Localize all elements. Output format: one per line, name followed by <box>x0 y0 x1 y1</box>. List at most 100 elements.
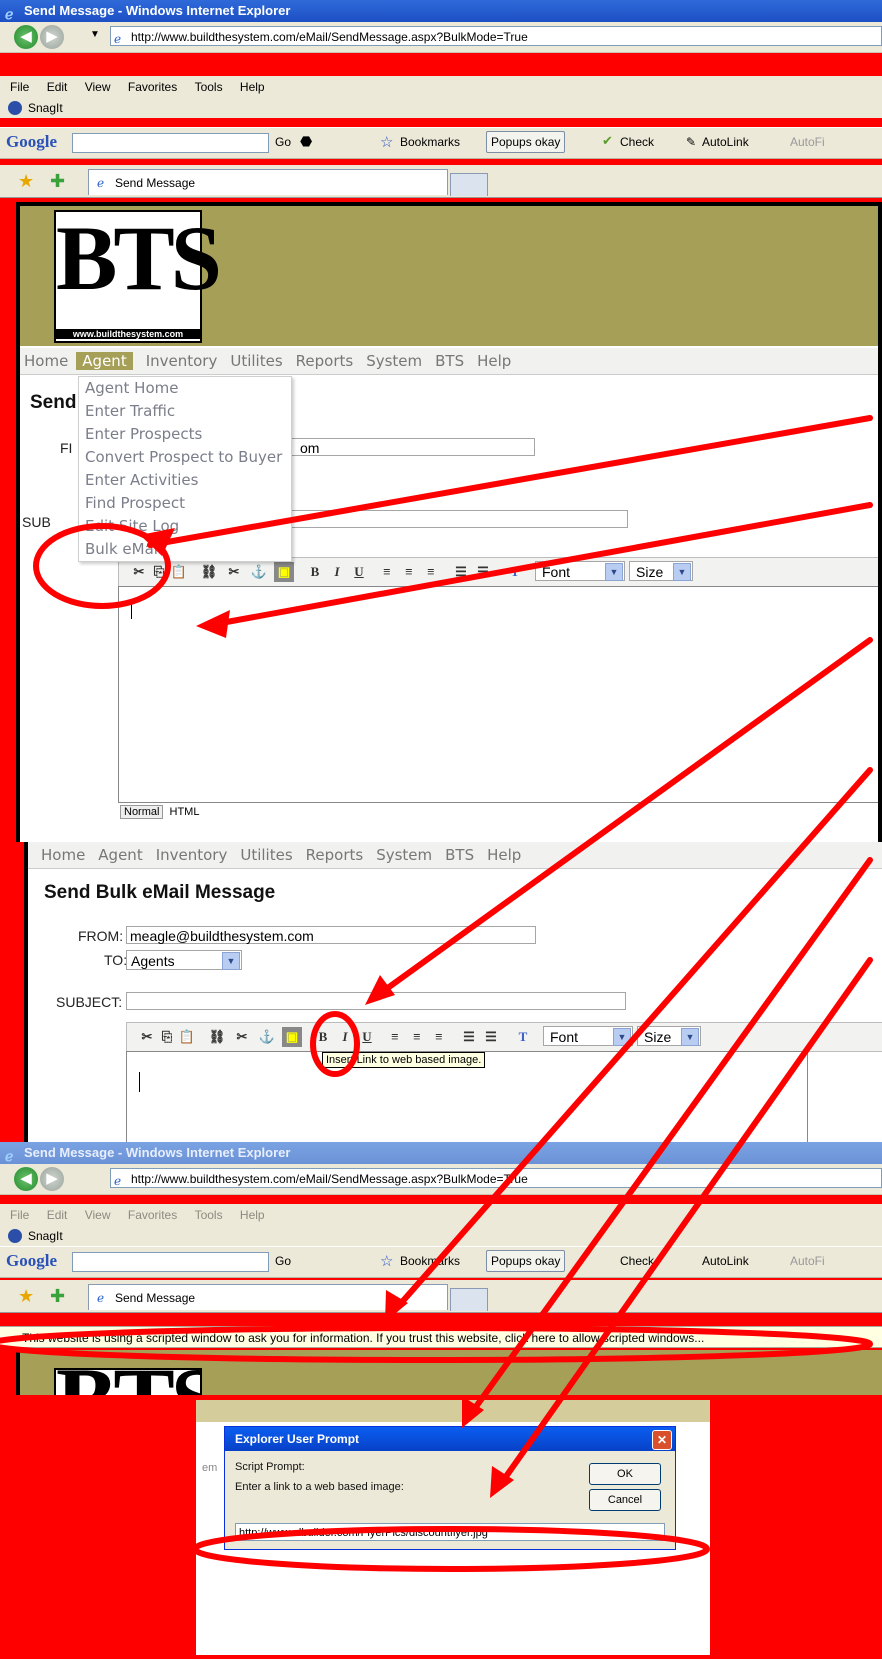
nav-system[interactable]: System <box>366 352 422 370</box>
cancel-button[interactable]: Cancel <box>589 1489 661 1511</box>
menu-edit[interactable]: Edit <box>47 1208 68 1222</box>
nav-inventory[interactable]: Inventory <box>156 846 228 864</box>
menu-file[interactable]: File <box>10 1208 29 1222</box>
snagit-button[interactable]: SnagIt <box>28 1229 63 1243</box>
menu-file[interactable]: File <box>10 80 29 94</box>
autofill-button[interactable]: AutoFi <box>790 135 825 149</box>
nav-reports[interactable]: Reports <box>296 352 354 370</box>
unordered-list-icon[interactable]: ☰ <box>481 1027 501 1047</box>
link-icon[interactable]: ⛓ <box>207 1027 227 1047</box>
mode-normal-tab[interactable]: Normal <box>120 805 164 819</box>
menu-favorites[interactable]: Favorites <box>128 80 177 94</box>
menu-tools[interactable]: Tools <box>195 1208 223 1222</box>
copy-icon[interactable]: ⎘ <box>149 562 169 582</box>
unlink-icon[interactable]: ✂ <box>224 562 244 582</box>
image-url-input[interactable]: http://www.albuilder.com/FlyerPics/disco… <box>235 1523 665 1541</box>
nav-inventory[interactable]: Inventory <box>146 352 218 370</box>
menu-tools[interactable]: Tools <box>195 80 223 94</box>
unordered-list-icon[interactable]: ☰ <box>473 562 493 582</box>
new-tab-button[interactable] <box>450 1288 488 1311</box>
from-input-partial[interactable]: om <box>290 438 535 456</box>
align-right-icon[interactable]: ≡ <box>429 1027 449 1047</box>
autofill-button[interactable]: AutoFi <box>790 1254 825 1268</box>
popups-okay-button[interactable]: Popups okay <box>486 1250 566 1272</box>
copy-icon[interactable]: ⎘ <box>157 1027 177 1047</box>
nav-home[interactable]: Home <box>41 846 85 864</box>
google-search-input[interactable] <box>72 1252 269 1272</box>
anchor-icon[interactable]: ⚓ <box>249 562 269 582</box>
ordered-list-icon[interactable]: ☰ <box>459 1027 479 1047</box>
forward-button[interactable]: ▶ <box>40 1167 64 1191</box>
paste-icon[interactable]: 📋 <box>177 1027 197 1047</box>
menu-enter-activities[interactable]: Enter Activities <box>79 469 291 492</box>
from-input[interactable]: meagle@buildthesystem.com <box>126 926 536 944</box>
menu-find-prospect[interactable]: Find Prospect <box>79 492 291 515</box>
ordered-list-icon[interactable]: ☰ <box>451 562 471 582</box>
autolink-button[interactable]: AutoLink <box>702 1254 749 1268</box>
bold-icon[interactable]: B <box>313 1027 333 1047</box>
align-left-icon[interactable]: ≡ <box>377 562 397 582</box>
back-button[interactable]: ◀ <box>14 25 38 49</box>
nav-help[interactable]: Help <box>487 846 521 864</box>
cut-icon[interactable]: ✂ <box>137 1027 157 1047</box>
information-bar[interactable]: This website is using a scripted window … <box>0 1326 882 1348</box>
underline-icon[interactable]: U <box>349 562 369 582</box>
google-go-button[interactable]: Go <box>275 1254 291 1268</box>
menu-favorites[interactable]: Favorites <box>128 1208 177 1222</box>
menu-edit-site-log[interactable]: Edit Site Log <box>79 515 291 538</box>
align-center-icon[interactable]: ≡ <box>407 1027 427 1047</box>
new-tab-button[interactable] <box>450 173 488 196</box>
menu-edit[interactable]: Edit <box>47 80 68 94</box>
address-bar-2[interactable]: ℯ http://www.buildthesystem.com/eMail/Se… <box>110 1168 882 1188</box>
format-icon[interactable]: T <box>505 562 525 582</box>
address-bar[interactable]: ℯ http://www.buildthesystem.com/eMail/Se… <box>110 26 882 46</box>
check-button[interactable]: Check <box>620 135 654 149</box>
tab-send-message-2[interactable]: ℯ Send Message <box>88 1284 448 1310</box>
snagit-button[interactable]: SnagIt <box>28 101 63 115</box>
add-favorite-icon[interactable]: ✚ <box>50 1286 65 1307</box>
nav-agent[interactable]: Agent <box>98 846 142 864</box>
tab-send-message[interactable]: ℯ Send Message <box>88 169 448 195</box>
nav-utilites[interactable]: Utilites <box>240 846 292 864</box>
menu-enter-traffic[interactable]: Enter Traffic <box>79 400 291 423</box>
font-select-2[interactable]: Font ▼ <box>543 1026 633 1046</box>
size-select-1[interactable]: Size ▼ <box>629 561 693 581</box>
bookmarks-button[interactable]: Bookmarks <box>400 135 460 149</box>
forward-button[interactable]: ▶ <box>40 25 64 49</box>
nav-system[interactable]: System <box>376 846 432 864</box>
italic-icon[interactable]: I <box>335 1027 355 1047</box>
bold-icon[interactable]: B <box>305 562 325 582</box>
link-icon[interactable]: ⛓ <box>199 562 219 582</box>
editor-area-1[interactable] <box>118 586 878 803</box>
add-favorite-icon[interactable]: ✚ <box>50 171 65 192</box>
italic-icon[interactable]: I <box>327 562 347 582</box>
nav-home[interactable]: Home <box>24 352 68 370</box>
menu-enter-prospects[interactable]: Enter Prospects <box>79 423 291 446</box>
nav-agent[interactable]: Agent <box>76 352 133 370</box>
google-search-input[interactable] <box>72 133 269 153</box>
menu-help[interactable]: Help <box>240 1208 265 1222</box>
font-select-1[interactable]: Font ▼ <box>535 561 625 581</box>
bookmarks-button[interactable]: Bookmarks <box>400 1254 460 1268</box>
favorites-star-icon[interactable]: ★ <box>18 171 34 192</box>
format-icon[interactable]: T <box>513 1027 533 1047</box>
close-icon[interactable]: ✕ <box>652 1430 672 1450</box>
ok-button[interactable]: OK <box>589 1463 661 1485</box>
check-button[interactable]: Check <box>620 1254 654 1268</box>
insert-image-icon[interactable]: ▣ <box>274 562 294 582</box>
subject-input-partial[interactable] <box>290 510 628 528</box>
autolink-button[interactable]: AutoLink <box>702 135 749 149</box>
to-select[interactable]: Agents ▼ <box>126 950 242 970</box>
menu-view[interactable]: View <box>85 80 111 94</box>
nav-reports[interactable]: Reports <box>306 846 364 864</box>
nav-help[interactable]: Help <box>477 352 511 370</box>
popups-okay-button[interactable]: Popups okay <box>486 131 566 153</box>
menu-help[interactable]: Help <box>240 80 265 94</box>
google-go-button[interactable]: Go <box>275 135 291 149</box>
history-dropdown-icon[interactable]: ▼ <box>90 29 100 40</box>
menu-bulk-email[interactable]: Bulk eMail <box>79 538 291 561</box>
insert-image-icon[interactable]: ▣ <box>282 1027 302 1047</box>
nav-bts[interactable]: BTS <box>445 846 474 864</box>
subject-input[interactable] <box>126 992 626 1010</box>
back-button[interactable]: ◀ <box>14 1167 38 1191</box>
